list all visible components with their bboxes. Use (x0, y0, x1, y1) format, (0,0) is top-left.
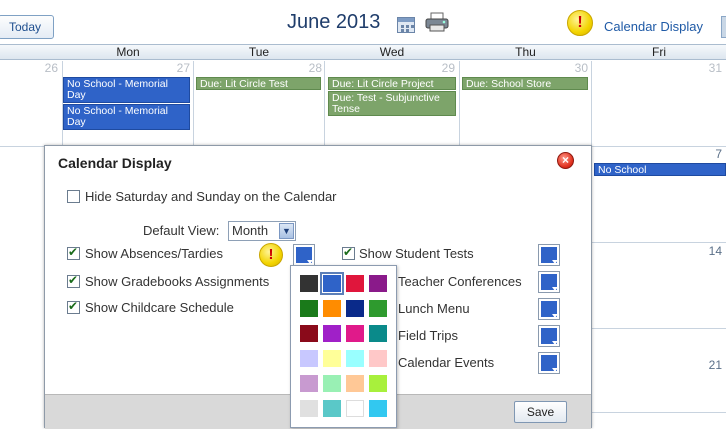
color-swatch[interactable] (300, 325, 318, 342)
field-trips-label: Field Trips (398, 328, 458, 343)
color-swatch[interactable] (369, 325, 387, 342)
color-swatch[interactable] (369, 350, 387, 367)
show-childcare-label: Show Childcare Schedule (85, 300, 234, 315)
teacher-conferences-label: Teacher Conferences (398, 274, 522, 289)
color-swatch[interactable] (323, 400, 341, 417)
color-swatch[interactable] (323, 375, 341, 392)
weekday-mon: Mon (116, 45, 140, 59)
show-gradebooks-checkbox[interactable] (67, 273, 80, 288)
weekday-thu: Thu (515, 45, 536, 59)
calendar-event[interactable]: Due: School Store (462, 77, 588, 90)
month-title: June 2013 (287, 11, 381, 33)
show-childcare-checkbox[interactable] (67, 299, 80, 314)
day-number: 21 (708, 358, 722, 372)
save-button[interactable]: Save (514, 401, 567, 423)
day-number: 28 (308, 61, 322, 75)
calendar-event[interactable]: Due: Lit Circle Test (196, 77, 321, 90)
grid-line (591, 412, 726, 413)
day-number: 30 (574, 61, 588, 75)
absences-color-picker[interactable] (293, 244, 315, 266)
day-number: 26 (44, 61, 58, 75)
today-button[interactable]: Today (0, 15, 54, 39)
show-gradebooks-label: Show Gradebooks Assignments (85, 274, 270, 289)
calendar-event[interactable]: Due: Lit Circle Project (328, 77, 456, 90)
color-swatch[interactable] (323, 300, 341, 317)
day-number: 29 (441, 61, 455, 75)
hide-weekend-label: Hide Saturday and Sunday on the Calendar (85, 189, 337, 204)
weekday-header: Mon Tue Wed Thu Fri (0, 44, 726, 60)
calendar-display-link[interactable]: Calendar Display (604, 19, 703, 34)
calendar-event[interactable]: No School (594, 163, 726, 176)
grid-line (591, 328, 726, 329)
calendar-event[interactable]: Due: Test - Subjunctive Tense (328, 91, 456, 116)
weekday-fri: Fri (652, 45, 666, 59)
default-view-value: Month (232, 223, 269, 238)
color-swatch[interactable] (300, 350, 318, 367)
default-view-select[interactable]: Month ▼ (228, 221, 296, 241)
show-student-tests-label: Show Student Tests (359, 246, 474, 261)
color-swatch[interactable] (369, 300, 387, 317)
hide-weekend-checkbox[interactable] (67, 190, 80, 203)
day-number: 7 (715, 147, 722, 161)
calendar-picker-icon[interactable] (397, 17, 415, 33)
color-swatch[interactable] (320, 272, 344, 295)
color-swatch[interactable] (300, 275, 318, 292)
calendar-event[interactable]: No School - Memorial Day (63, 104, 190, 130)
color-swatch[interactable] (346, 350, 364, 367)
field-trips-color-picker[interactable] (538, 325, 560, 347)
color-swatch[interactable] (323, 350, 341, 367)
lunch-menu-label: Lunch Menu (398, 301, 470, 316)
calendar-events-label: Calendar Events (398, 355, 495, 370)
color-swatch[interactable] (369, 275, 387, 292)
printer-icon[interactable] (424, 12, 450, 32)
color-swatch[interactable] (369, 375, 387, 392)
color-swatch[interactable] (346, 375, 364, 392)
day-number: 27 (176, 61, 190, 75)
color-swatch[interactable] (346, 275, 364, 292)
show-absences-checkbox[interactable] (67, 245, 80, 260)
color-swatch[interactable] (300, 400, 318, 417)
dialog-title: Calendar Display (58, 155, 172, 171)
calendar-event[interactable]: No School - Memorial Day (63, 77, 190, 103)
color-swatch[interactable] (346, 300, 364, 317)
alert-icon: ! (259, 243, 283, 267)
color-swatch[interactable] (369, 400, 387, 417)
color-swatch[interactable] (300, 375, 318, 392)
color-swatch[interactable] (323, 325, 341, 342)
day-number: 14 (708, 244, 722, 258)
lunch-menu-color-picker[interactable] (538, 298, 560, 320)
default-view-label: Default View: (143, 223, 220, 238)
grid-line (591, 242, 726, 243)
color-swatch[interactable] (346, 325, 364, 342)
close-icon[interactable]: × (557, 152, 574, 169)
alert-icon: ! (567, 10, 593, 36)
teacher-conferences-color-picker[interactable] (538, 271, 560, 293)
student-tests-color-picker[interactable] (538, 244, 560, 266)
show-student-tests-checkbox[interactable] (342, 245, 355, 260)
weekday-tue: Tue (248, 45, 270, 59)
color-swatch[interactable] (346, 400, 364, 417)
weekday-wed: Wed (379, 45, 405, 59)
day-number: 31 (708, 61, 722, 75)
chevron-down-icon: ▼ (279, 223, 294, 239)
show-absences-label: Show Absences/Tardies (85, 246, 224, 261)
calendar-events-color-picker[interactable] (538, 352, 560, 374)
color-palette-popup (290, 265, 397, 428)
color-swatch[interactable] (300, 300, 318, 317)
next-button-edge[interactable] (721, 16, 726, 38)
